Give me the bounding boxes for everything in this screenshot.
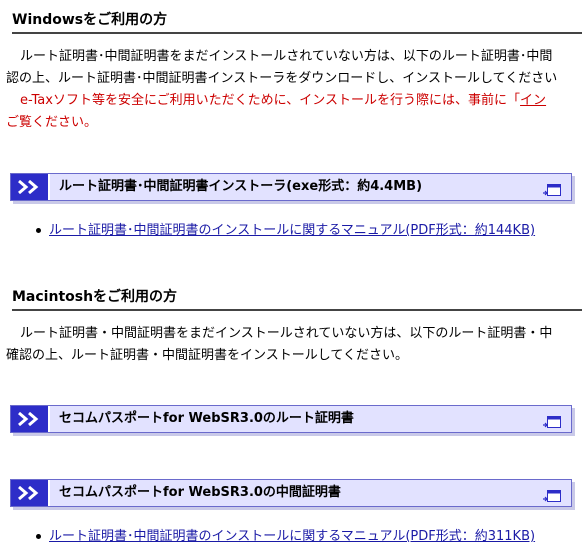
mac-intermediate-cert-download-button[interactable]: セコムパスポートfor WebSR3.0の中間証明書	[10, 479, 572, 507]
mac-intro-line-1: ルート証明書・中間証明書をまだインストールされていない方は、以下のルート証明書・…	[20, 326, 553, 341]
mac-root-cert-download-button[interactable]: セコムパスポートfor WebSR3.0のルート証明書	[10, 405, 572, 433]
windows-installer-download-button[interactable]: ルート証明書･中間証明書インストーラ(exe形式：約4.4MB)	[10, 173, 572, 201]
new-window-icon	[543, 181, 561, 200]
windows-notice-line-1: e-Taxソフト等を安全にご利用いただくために、インストールを行う際には、事前に…	[6, 90, 582, 112]
double-chevron-right-icon	[11, 174, 50, 200]
bullet-dot	[36, 228, 41, 233]
double-chevron-right-icon	[11, 480, 50, 506]
bullet-dot	[36, 534, 41, 539]
windows-intro-paragraph: ルート証明書･中間証明書をまだインストールされていない方は、以下のルート証明書･…	[6, 46, 582, 134]
windows-intro-line-2: 認の上、ルート証明書･中間証明書インストーラをダウンロードし、インストールしてく…	[6, 71, 558, 86]
mac-intro-paragraph: ルート証明書・中間証明書をまだインストールされていない方は、以下のルート証明書・…	[6, 323, 582, 367]
windows-manual-list-item: ルート証明書･中間証明書のインストールに関するマニュアル(PDF形式：約144K…	[36, 221, 535, 241]
windows-notice-link[interactable]: イン	[520, 93, 546, 108]
mac-manual-list-item: ルート証明書･中間証明書のインストールに関するマニュアル(PDF形式：約311K…	[36, 527, 535, 547]
windows-section-heading: Windowsをご利用の方	[12, 10, 582, 34]
double-chevron-right-icon	[11, 406, 50, 432]
windows-installer-download-label: ルート証明書･中間証明書インストーラ(exe形式：約4.4MB)	[59, 179, 423, 194]
mac-intro-line-2: 確認の上、ルート証明書・中間証明書をインストールしてください。	[6, 348, 408, 363]
mac-section-heading: Macintoshをご利用の方	[12, 287, 582, 311]
new-window-icon	[543, 413, 561, 432]
windows-notice-text: e-Taxソフト等を安全にご利用いただくために、インストールを行う際には、事前に…	[20, 93, 521, 108]
mac-intermediate-cert-download-label: セコムパスポートfor WebSR3.0の中間証明書	[59, 485, 341, 500]
windows-intro-line-1: ルート証明書･中間証明書をまだインストールされていない方は、以下のルート証明書･…	[20, 49, 553, 64]
windows-notice-line-2: ご覧ください。	[6, 115, 98, 130]
mac-manual-link[interactable]: ルート証明書･中間証明書のインストールに関するマニュアル(PDF形式：約311K…	[49, 529, 535, 544]
mac-root-cert-download-label: セコムパスポートfor WebSR3.0のルート証明書	[59, 411, 354, 426]
windows-manual-link[interactable]: ルート証明書･中間証明書のインストールに関するマニュアル(PDF形式：約144K…	[49, 223, 535, 238]
new-window-icon	[543, 487, 561, 506]
